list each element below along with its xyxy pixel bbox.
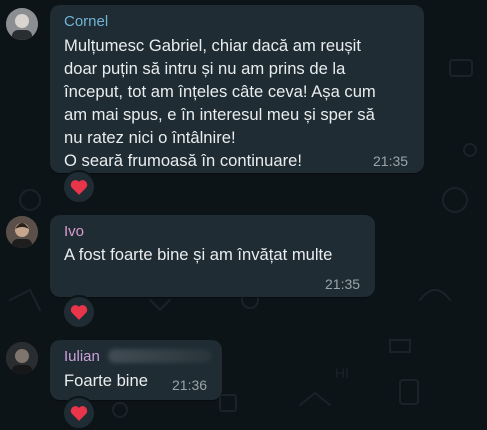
sender-name[interactable]: Ivo (64, 223, 84, 240)
person-photo-icon (6, 216, 38, 248)
redacted-phone-number (108, 349, 212, 363)
message-time: 21:35 (325, 276, 361, 292)
reaction-heart-ivo[interactable] (62, 295, 96, 329)
message-bubble-cornel[interactable]: Cornel Mulțumesc Gabriel, chiar dacă am … (50, 5, 424, 173)
red-heart-icon (70, 180, 88, 195)
message-bubble-ivo[interactable]: Ivo A fost foarte bine și am învățat mul… (50, 215, 375, 297)
red-heart-icon (70, 305, 88, 320)
message-line: început, tot am înțeles câte ceva! Așa c… (64, 82, 376, 101)
message-text: A fost foarte bine și am învățat multe (64, 245, 333, 264)
sender-name[interactable]: Iulian (64, 348, 100, 365)
reaction-heart-iulian[interactable] (62, 396, 96, 430)
message-text: Foarte bine (64, 371, 148, 390)
svg-text:HI: HI (335, 365, 349, 381)
message-line: O seară frumoasă în continuare! (64, 151, 302, 170)
message-line: Mulțumesc Gabriel, chiar dacă am reușit (64, 36, 361, 55)
avatar-iulian[interactable] (6, 342, 38, 374)
person-photo-icon (6, 8, 38, 40)
message-time: 21:36 (172, 377, 208, 393)
person-photo-icon (6, 342, 38, 374)
message-line: am mai spus, e în interesul meu și sper … (64, 105, 375, 124)
message-line: nu ratez nici o întâlnire! (64, 128, 236, 147)
message-bubble-iulian[interactable]: Iulian Foarte bine 21:36 (50, 340, 222, 400)
avatar-cornel[interactable] (6, 8, 38, 40)
message-time: 21:35 (373, 153, 409, 169)
avatar-ivo[interactable] (6, 216, 38, 248)
red-heart-icon (70, 406, 88, 421)
message-line: doar puțin să intru și nu am prins de la (64, 59, 346, 78)
sender-name[interactable]: Cornel (64, 13, 108, 30)
reaction-heart-cornel[interactable] (62, 170, 96, 204)
